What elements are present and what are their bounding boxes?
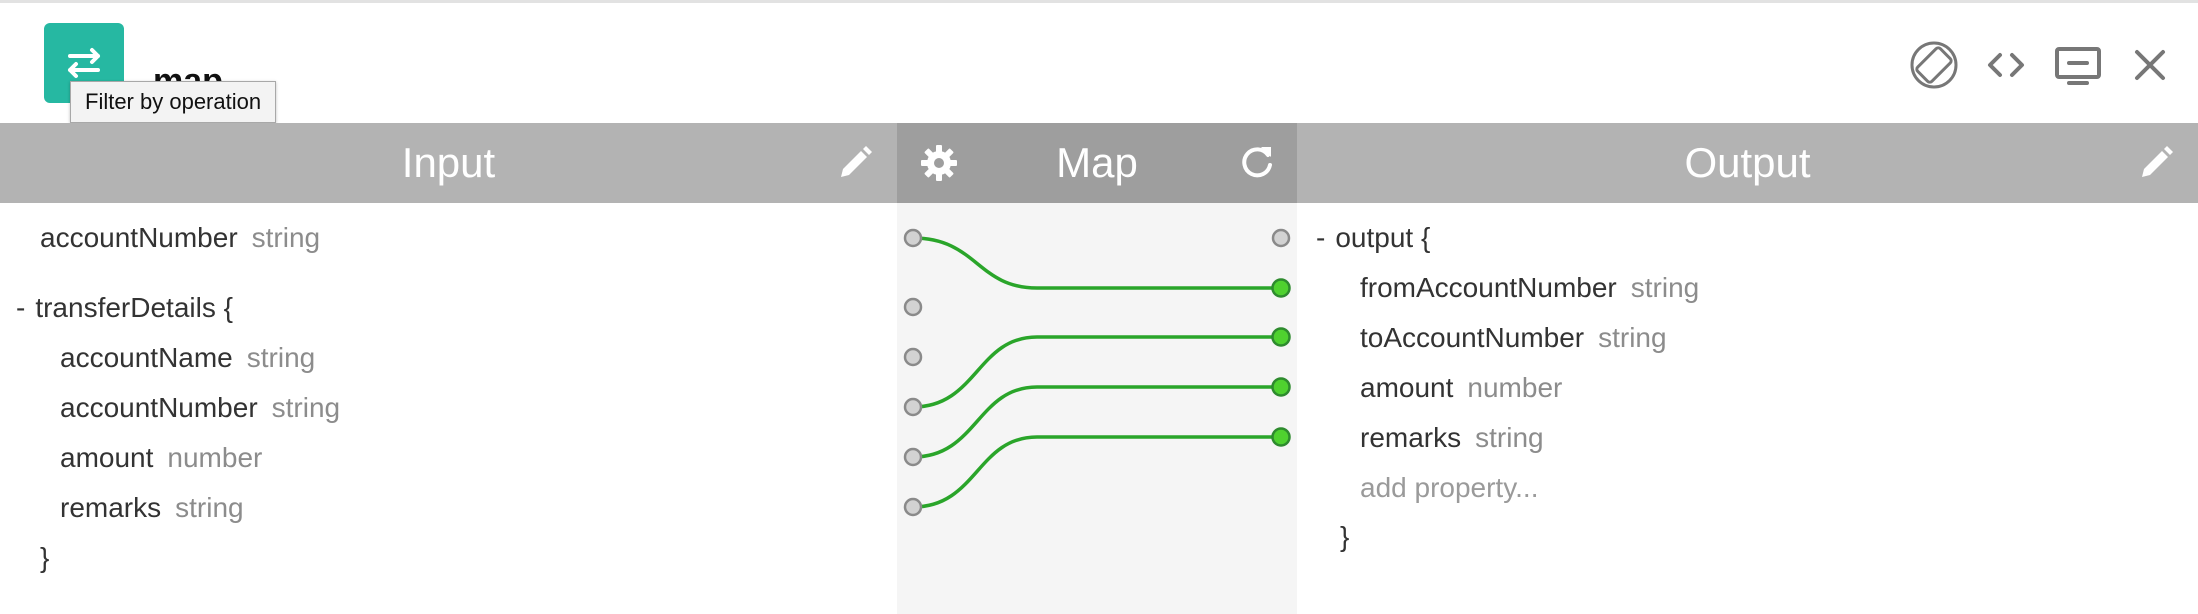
output-pane-header: Output <box>1297 123 2198 203</box>
code-icon <box>1988 53 2024 77</box>
field-name: accountNumber <box>40 222 238 253</box>
output-field-remarks[interactable]: remarks string <box>1360 421 1544 455</box>
connection-diagram <box>903 228 1291 517</box>
map-pane-title: Map <box>1056 139 1138 186</box>
input-port-remarks[interactable] <box>903 497 923 517</box>
output-port-toAccountNumber[interactable] <box>1271 327 1291 347</box>
field-name: remarks <box>1360 422 1462 453</box>
input-field-accountName[interactable]: accountName string <box>60 341 315 375</box>
field-type: string <box>1630 272 1700 303</box>
pencil-icon <box>2142 146 2173 177</box>
input-port-accountName[interactable] <box>903 347 923 367</box>
input-port-transfer-accountNumber[interactable] <box>903 397 923 417</box>
connection-accountNumber-toAccountNumber[interactable] <box>912 335 1281 409</box>
closing-brace: } <box>40 542 50 573</box>
input-pane-title: Input <box>401 139 496 186</box>
collapse-toggle[interactable]: - <box>1316 222 1325 253</box>
map-pane-header: Map <box>897 123 1297 203</box>
input-port-accountNumber[interactable] <box>903 228 923 248</box>
close-button[interactable] <box>2124 39 2176 91</box>
field-type: string <box>1598 322 1667 353</box>
input-port-amount[interactable] <box>903 447 923 467</box>
field-name: accountNumber <box>60 392 258 423</box>
pencil-icon <box>841 146 872 177</box>
input-object-transferDetails[interactable]: - transferDetails { <box>16 291 233 325</box>
output-port-output[interactable] <box>1271 228 1291 248</box>
input-field-accountNumber[interactable]: accountNumber string <box>40 221 320 255</box>
map-settings-button[interactable] <box>919 143 959 183</box>
monitor-icon <box>2055 47 2101 85</box>
output-port-amount[interactable] <box>1271 377 1291 397</box>
output-closing-brace: } <box>1340 521 1350 552</box>
object-name: transferDetails { <box>35 292 233 323</box>
output-object[interactable]: - output { <box>1316 221 1430 255</box>
field-name: amount <box>1360 372 1454 403</box>
input-field-remarks[interactable]: remarks string <box>60 491 244 525</box>
input-pane-header: Input <box>0 123 897 203</box>
rotate-layout-button[interactable] <box>1908 39 1960 91</box>
field-type: string <box>175 492 244 523</box>
field-type: string <box>271 392 341 423</box>
edit-input-button[interactable] <box>835 143 875 183</box>
field-type: string <box>246 342 316 373</box>
field-name: fromAccountNumber <box>1360 272 1617 303</box>
input-port-transferDetails[interactable] <box>903 297 923 317</box>
field-type: string <box>251 222 321 253</box>
field-type: number <box>167 442 263 473</box>
page-header: map Filter by operation <box>0 3 2198 123</box>
gear-icon <box>921 145 957 181</box>
swap-arrows-icon <box>68 48 100 78</box>
close-icon <box>2135 50 2165 80</box>
code-view-button[interactable] <box>1980 39 2032 91</box>
field-name: accountName <box>60 342 233 373</box>
output-pane-title: Output <box>1684 139 1811 186</box>
field-type: string <box>1475 422 1544 453</box>
output-field-fromAccountNumber[interactable]: fromAccountNumber string <box>1360 271 1699 305</box>
field-name: remarks <box>60 492 162 523</box>
field-name: toAccountNumber <box>1360 322 1585 353</box>
field-type: number <box>1467 372 1563 403</box>
input-field-amount[interactable]: amount number <box>60 441 262 475</box>
connection-amount-amount[interactable] <box>912 385 1281 459</box>
preview-button[interactable] <box>2052 39 2104 91</box>
collapse-toggle[interactable]: - <box>16 292 25 323</box>
edit-output-button[interactable] <box>2136 143 2176 183</box>
tooltip: Filter by operation <box>70 81 277 123</box>
refresh-map-button[interactable] <box>1237 143 1277 183</box>
add-property-link[interactable]: add property... <box>1360 471 1538 505</box>
refresh-icon <box>1242 147 1272 178</box>
input-field-transfer-accountNumber[interactable]: accountNumber string <box>60 391 340 425</box>
output-field-toAccountNumber[interactable]: toAccountNumber string <box>1360 321 1667 355</box>
output-port-remarks[interactable] <box>1271 427 1291 447</box>
output-field-amount[interactable]: amount number <box>1360 371 1562 405</box>
connection-accountNumber-fromAccountNumber[interactable] <box>912 236 1281 290</box>
rotate-screen-icon <box>1910 41 1958 89</box>
object-name: output { <box>1335 222 1431 253</box>
connection-remarks-remarks[interactable] <box>912 435 1281 509</box>
field-name: amount <box>60 442 154 473</box>
output-port-fromAccountNumber[interactable] <box>1271 278 1291 298</box>
